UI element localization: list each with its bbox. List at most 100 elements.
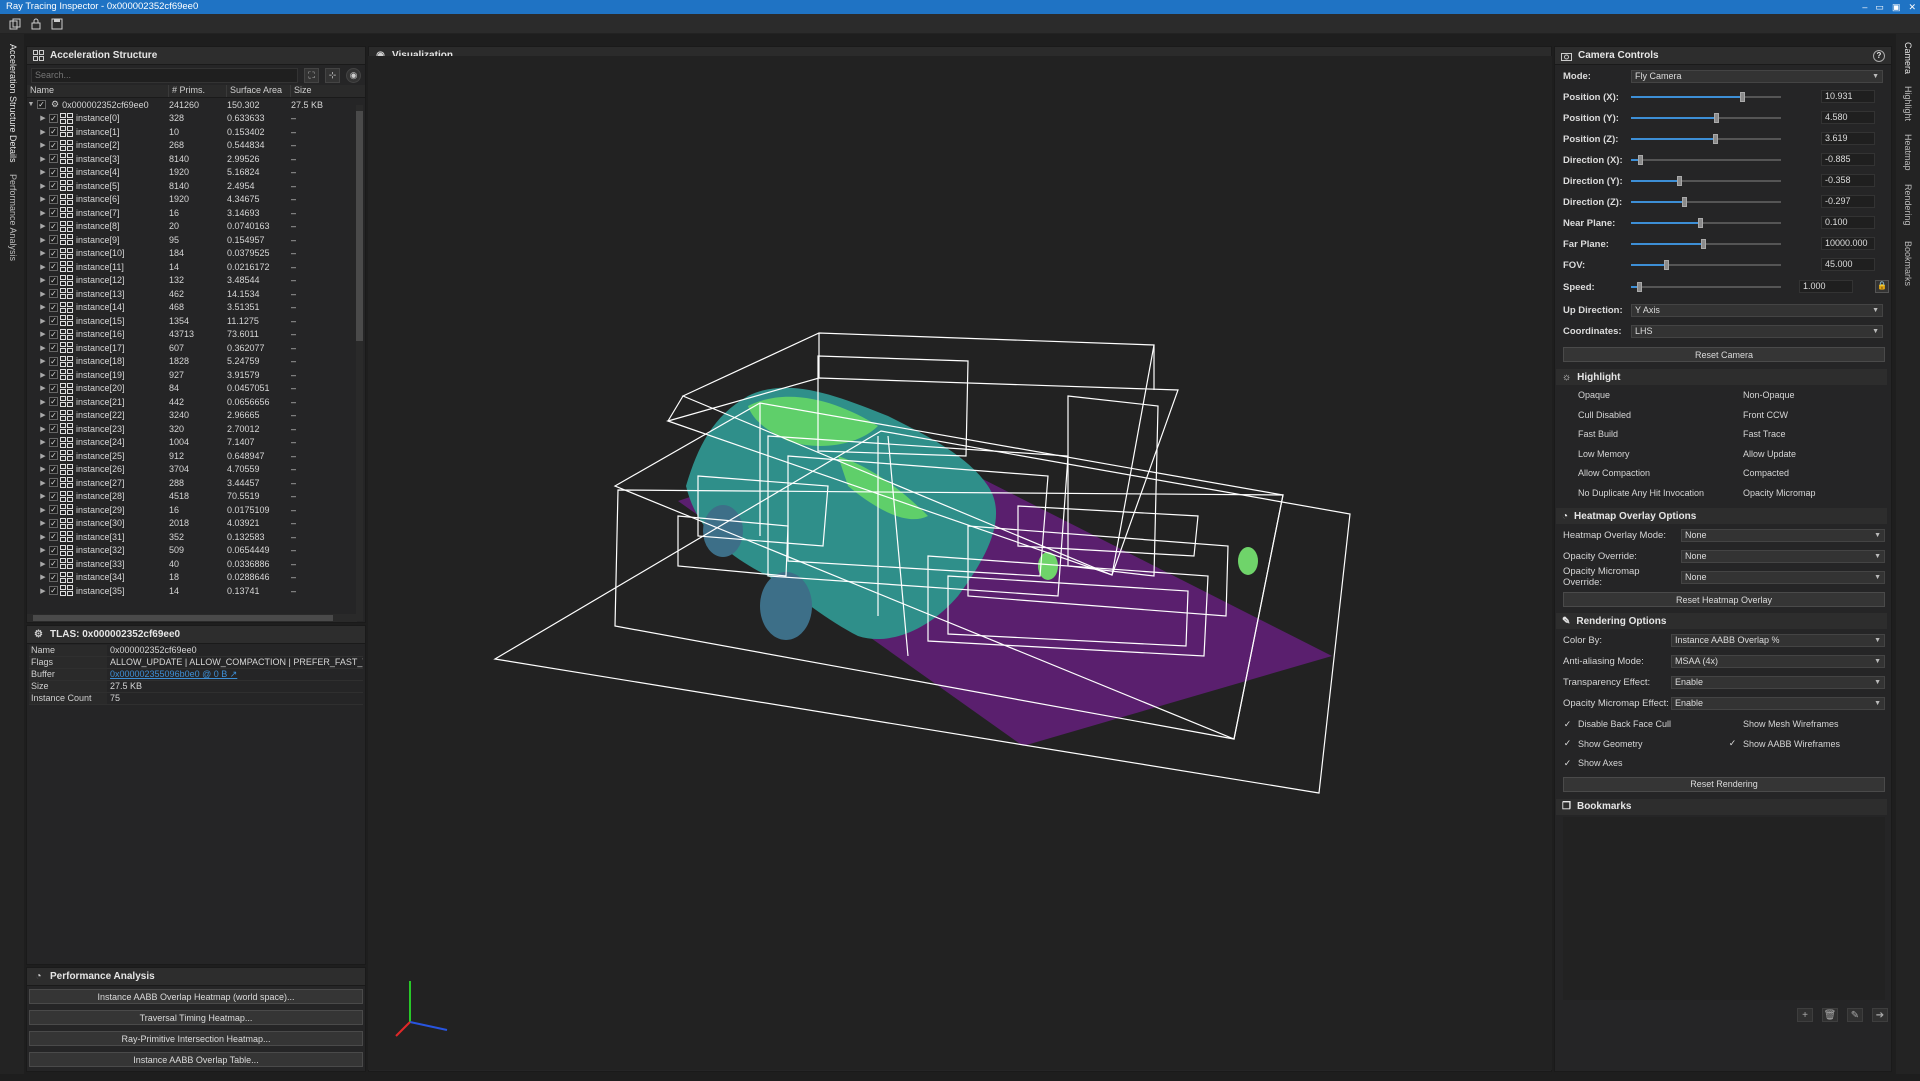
highlight-option[interactable]: Low Memory: [1563, 448, 1630, 460]
tab-accel-details[interactable]: Acceleration Structure Details: [8, 44, 18, 163]
tab-highlight[interactable]: Highlight: [1903, 86, 1913, 121]
chevron-right-icon[interactable]: ▶: [39, 290, 47, 298]
checkbox[interactable]: ✓: [49, 370, 58, 380]
chevron-right-icon[interactable]: ▶: [39, 182, 47, 190]
checkbox[interactable]: ✓: [49, 437, 58, 447]
value-slider[interactable]: [1631, 239, 1781, 249]
minimize-icon[interactable]: –: [1862, 0, 1867, 14]
chevron-right-icon[interactable]: ▶: [39, 411, 47, 419]
checkbox[interactable]: ✓: [49, 505, 58, 515]
checkbox[interactable]: ✓: [49, 545, 58, 555]
chevron-right-icon[interactable]: ▶: [39, 276, 47, 284]
slider-handle[interactable]: [1701, 239, 1706, 249]
value-input[interactable]: -0.297: [1821, 195, 1875, 208]
chevron-right-icon[interactable]: ▶: [39, 114, 47, 122]
chevron-right-icon[interactable]: ▶: [39, 263, 47, 271]
value-input[interactable]: 10000.000: [1821, 237, 1875, 250]
tree-row[interactable]: ▶ ✓ instance[12] 132 3.48544 –: [27, 274, 365, 288]
highlight-option[interactable]: No Duplicate Any Hit Invocation: [1563, 487, 1704, 499]
slider-handle[interactable]: [1713, 134, 1718, 144]
eye-icon[interactable]: ◉: [346, 67, 361, 83]
checkbox[interactable]: ✓: [49, 356, 58, 366]
up-direction-dropdown[interactable]: Y Axis ▼: [1631, 303, 1883, 317]
lock-icon[interactable]: [29, 17, 42, 30]
tree-row[interactable]: ▶ ✓ instance[6] 1920 4.34675 –: [27, 193, 365, 207]
highlight-option[interactable]: Opacity Micromap: [1728, 487, 1816, 499]
h-scrollbar-thumb[interactable]: [33, 615, 333, 621]
tree-row[interactable]: ▶ ✓ instance[24] 1004 7.1407 –: [27, 436, 365, 450]
checkbox[interactable]: ✓: [49, 451, 58, 461]
chevron-right-icon[interactable]: ▶: [39, 222, 47, 230]
checkbox[interactable]: ✓: [49, 424, 58, 434]
checkbox[interactable]: ✓: [49, 572, 58, 582]
highlight-option[interactable]: Opaque: [1563, 389, 1610, 401]
chevron-right-icon[interactable]: ▶: [39, 249, 47, 257]
checkbox[interactable]: ✓: [37, 100, 46, 110]
checkbox[interactable]: ✓: [1563, 719, 1572, 729]
chevron-right-icon[interactable]: ▶: [39, 168, 47, 176]
tree-row[interactable]: ▶ ✓ instance[26] 3704 4.70559 –: [27, 463, 365, 477]
checkbox[interactable]: ✓: [49, 275, 58, 285]
tree-row[interactable]: ▶ ✓ instance[13] 462 14.1534 –: [27, 287, 365, 301]
col-area[interactable]: Surface Area: [227, 85, 291, 97]
tree-row[interactable]: ▶ ✓ instance[32] 509 0.0654449 –: [27, 544, 365, 558]
expand-all-icon[interactable]: ⛶: [304, 67, 319, 83]
highlight-option[interactable]: Front CCW: [1728, 409, 1788, 421]
value-input[interactable]: 10.931: [1821, 90, 1875, 103]
traversal-timing-heatmap-button[interactable]: Traversal Timing Heatmap...: [29, 1010, 363, 1025]
ray-primitive-heatmap-button[interactable]: Ray-Primitive Intersection Heatmap...: [29, 1031, 363, 1046]
chevron-right-icon[interactable]: ▶: [39, 344, 47, 352]
tree-row[interactable]: ▶ ✓ instance[22] 3240 2.96665 –: [27, 409, 365, 423]
close-icon[interactable]: ✕: [1908, 0, 1916, 14]
checkbox[interactable]: ✓: [49, 383, 58, 393]
heatmap-header[interactable]: ◔ Heatmap Overlay Options: [1556, 508, 1887, 524]
tree-row[interactable]: ▶ ✓ instance[4] 1920 5.16824 –: [27, 166, 365, 180]
checkbox[interactable]: ✓: [49, 532, 58, 542]
checkbox[interactable]: ✓: [1563, 758, 1572, 768]
checkbox[interactable]: ✓: [49, 208, 58, 218]
chevron-right-icon[interactable]: ▶: [39, 371, 47, 379]
value-input[interactable]: 3.619: [1821, 132, 1875, 145]
checkbox[interactable]: ✓: [49, 302, 58, 312]
speed-slider[interactable]: [1631, 282, 1781, 292]
aabb-overlap-table-button[interactable]: Instance AABB Overlap Table...: [29, 1052, 363, 1067]
checkbox[interactable]: ✓: [49, 221, 58, 231]
checkbox[interactable]: ✓: [49, 181, 58, 191]
rendering-option[interactable]: ✓ Show Geometry: [1563, 738, 1643, 750]
go-icon[interactable]: ➔: [1872, 1008, 1888, 1022]
chevron-right-icon[interactable]: ▶: [39, 560, 47, 568]
save-icon[interactable]: [50, 17, 63, 30]
tree-row[interactable]: ▶ ✓ instance[21] 442 0.0656656 –: [27, 395, 365, 409]
tree-row[interactable]: ▶ ✓ instance[30] 2018 4.03921 –: [27, 517, 365, 531]
checkbox[interactable]: ✓: [49, 316, 58, 326]
rendering-dropdown[interactable]: Enable ▼: [1671, 696, 1885, 710]
checkbox[interactable]: ✓: [49, 491, 58, 501]
aabb-overlap-heatmap-button[interactable]: Instance AABB Overlap Heatmap (world spa…: [29, 989, 363, 1004]
chevron-right-icon[interactable]: ▶: [39, 452, 47, 460]
tree-row[interactable]: ▶ ✓ instance[15] 1354 11.1275 –: [27, 314, 365, 328]
rendering-dropdown[interactable]: MSAA (4x) ▼: [1671, 654, 1885, 668]
slider-handle[interactable]: [1740, 92, 1745, 102]
tree-row[interactable]: ▶ ✓ instance[16] 43713 73.6011 –: [27, 328, 365, 342]
rendering-option[interactable]: ✓ Show AABB Wireframes: [1728, 738, 1840, 750]
chevron-right-icon[interactable]: ▶: [39, 438, 47, 446]
rendering-option[interactable]: ✓ Disable Back Face Cull: [1563, 718, 1671, 730]
col-size[interactable]: Size: [291, 85, 361, 97]
trash-icon[interactable]: 🗑: [1822, 1008, 1838, 1022]
chevron-right-icon[interactable]: ▶: [39, 465, 47, 473]
checkbox[interactable]: ✓: [49, 235, 58, 245]
checkbox[interactable]: ✓: [49, 410, 58, 420]
checkbox[interactable]: [1728, 469, 1737, 478]
reset-heatmap-button[interactable]: Reset Heatmap Overlay: [1563, 592, 1885, 607]
slider-handle[interactable]: [1664, 260, 1669, 270]
heatmap-dropdown[interactable]: None ▼: [1681, 549, 1885, 563]
heatmap-dropdown[interactable]: None ▼: [1681, 570, 1885, 584]
restore-icon[interactable]: ▭: [1875, 0, 1884, 14]
chevron-right-icon[interactable]: ▶: [39, 479, 47, 487]
tree-row[interactable]: ▶ ✓ instance[19] 927 3.91579 –: [27, 368, 365, 382]
chevron-right-icon[interactable]: ▶: [39, 330, 47, 338]
checkbox[interactable]: ✓: [49, 167, 58, 177]
slider-handle[interactable]: [1637, 282, 1642, 292]
checkbox[interactable]: ✓: [49, 559, 58, 569]
tab-bookmarks[interactable]: Bookmarks: [1903, 241, 1913, 286]
